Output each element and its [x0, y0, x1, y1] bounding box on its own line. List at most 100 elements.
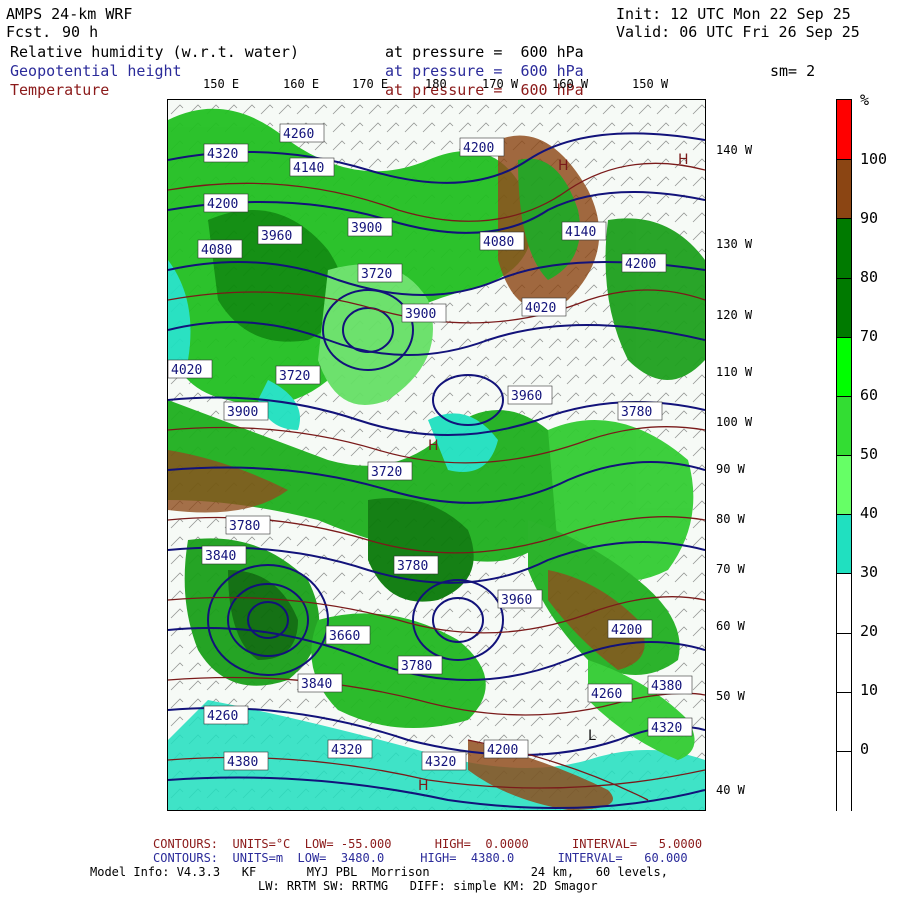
lat-label: 100 W: [716, 415, 753, 429]
svg-text:3900: 3900: [405, 307, 436, 322]
colorbar-segment: [837, 632, 851, 694]
height-label: 3900: [401, 303, 447, 323]
height-label: 3780: [397, 655, 443, 675]
height-label: 3960: [507, 385, 553, 405]
colorbar-label: 40: [860, 504, 879, 522]
svg-text:4260: 4260: [591, 687, 622, 702]
high-marker: H: [428, 438, 439, 454]
svg-text:4320: 4320: [425, 755, 456, 770]
lat-label: 50 W: [716, 689, 745, 703]
lat-label: 110 W: [716, 365, 753, 379]
colorbar-segment: [837, 691, 851, 753]
lat-label: 80 W: [716, 512, 745, 526]
height-label: 4020: [521, 297, 567, 317]
forecast-value: 90 h: [62, 23, 99, 41]
colorbar-segment: [837, 336, 851, 398]
height-label: 4260: [587, 683, 633, 703]
svg-text:4140: 4140: [293, 161, 324, 176]
high-marker: H: [678, 152, 689, 168]
height-label: 4380: [647, 675, 693, 695]
height-label: 4020: [168, 359, 213, 379]
height-label: 3720: [367, 461, 413, 481]
svg-text:3960: 3960: [261, 229, 292, 244]
smoothing-label: sm= 2: [770, 62, 816, 80]
svg-text:3900: 3900: [351, 221, 382, 236]
svg-text:4200: 4200: [463, 141, 494, 156]
colorbar-segment: [837, 750, 851, 812]
model-title: AMPS 24-km WRF: [6, 5, 133, 23]
height-label: 4260: [279, 123, 325, 143]
svg-text:3840: 3840: [301, 677, 332, 692]
svg-text:3960: 3960: [511, 389, 542, 404]
height-label: 4260: [203, 705, 249, 725]
height-label: 3960: [257, 225, 303, 245]
height-label: 4140: [561, 221, 607, 241]
svg-text:4380: 4380: [651, 679, 682, 694]
lon-label: 160 E: [283, 77, 320, 91]
height-label: 3720: [357, 263, 403, 283]
svg-text:4320: 4320: [331, 743, 362, 758]
height-label: 4200: [483, 739, 529, 759]
svg-text:3780: 3780: [621, 405, 652, 420]
colorbar-segment: [837, 100, 851, 160]
svg-text:3720: 3720: [371, 465, 402, 480]
lat-label: 120 W: [716, 308, 753, 322]
svg-text:4080: 4080: [201, 243, 232, 258]
colorbar-segment: [837, 455, 851, 516]
weather-map: 4320 4260 4200 4140 4080 4200 3960 3900 …: [168, 100, 705, 810]
height-label: 4320: [421, 751, 467, 771]
height-label: 4140: [289, 157, 335, 177]
lat-label: 90 W: [716, 462, 745, 476]
svg-text:4200: 4200: [611, 623, 642, 638]
height-label: 4200: [459, 137, 505, 157]
high-marker: H: [558, 158, 569, 174]
colorbar-segment: [837, 514, 851, 575]
svg-text:4200: 4200: [207, 197, 238, 212]
colorbar-unit: %: [860, 91, 870, 109]
height-label: 3900: [347, 217, 393, 237]
height-label: 3660: [325, 625, 371, 645]
footer-model-info: Model Info: V4.3.3 KF MYJ PBL Morrison 2…: [90, 865, 668, 879]
svg-text:3780: 3780: [397, 559, 428, 574]
svg-text:4380: 4380: [227, 755, 258, 770]
lon-label: 170 W: [482, 77, 519, 91]
svg-text:4020: 4020: [171, 363, 202, 378]
footer-height-contours: CONTOURS: UNITS=m LOW= 3480.0 HIGH= 4380…: [153, 851, 688, 865]
height-label: 3780: [225, 515, 271, 535]
lon-label: 180: [425, 77, 447, 91]
lon-label: 160 W: [552, 77, 589, 91]
svg-text:3900: 3900: [227, 405, 258, 420]
svg-text:4200: 4200: [625, 257, 656, 272]
height-label: 4320: [203, 143, 249, 163]
field-geo-label: Geopotential height: [10, 62, 182, 80]
lon-label: 150 E: [203, 77, 240, 91]
svg-text:4260: 4260: [207, 709, 238, 724]
height-label: 3720: [275, 365, 321, 385]
lat-label: 140 W: [716, 143, 753, 157]
svg-text:4200: 4200: [487, 743, 518, 758]
lat-label: 60 W: [716, 619, 745, 633]
map-panel[interactable]: 4320 4260 4200 4140 4080 4200 3960 3900 …: [167, 99, 706, 811]
footer-temp-contours: CONTOURS: UNITS=°C LOW= -55.000 HIGH= 0.…: [153, 837, 703, 851]
lon-label: 170 E: [352, 77, 389, 91]
height-label: 3840: [201, 545, 247, 565]
colorbar-label: 80: [860, 268, 879, 286]
svg-text:3780: 3780: [401, 659, 432, 674]
colorbar-label: 30: [860, 563, 879, 581]
valid-time: Valid: 06 UTC Fri 26 Sep 25: [616, 23, 860, 41]
height-label: 3780: [393, 555, 439, 575]
height-label: 3900: [223, 401, 269, 421]
colorbar-label: 20: [860, 622, 879, 640]
field-temp-label: Temperature: [10, 81, 110, 99]
init-time: Init: 12 UTC Mon 22 Sep 25: [616, 5, 851, 23]
field-rh-label: Relative humidity (w.r.t. water): [10, 43, 299, 61]
colorbar-segment: [837, 277, 851, 339]
height-label: 4080: [479, 231, 525, 251]
colorbar-label: 10: [860, 681, 879, 699]
height-label: 4320: [647, 717, 693, 737]
lat-label: 40 W: [716, 783, 745, 797]
colorbar-segment: [837, 159, 851, 220]
field-rh-level: at pressure = 600 hPa: [385, 43, 584, 61]
svg-text:3780: 3780: [229, 519, 260, 534]
svg-text:4260: 4260: [283, 127, 314, 142]
